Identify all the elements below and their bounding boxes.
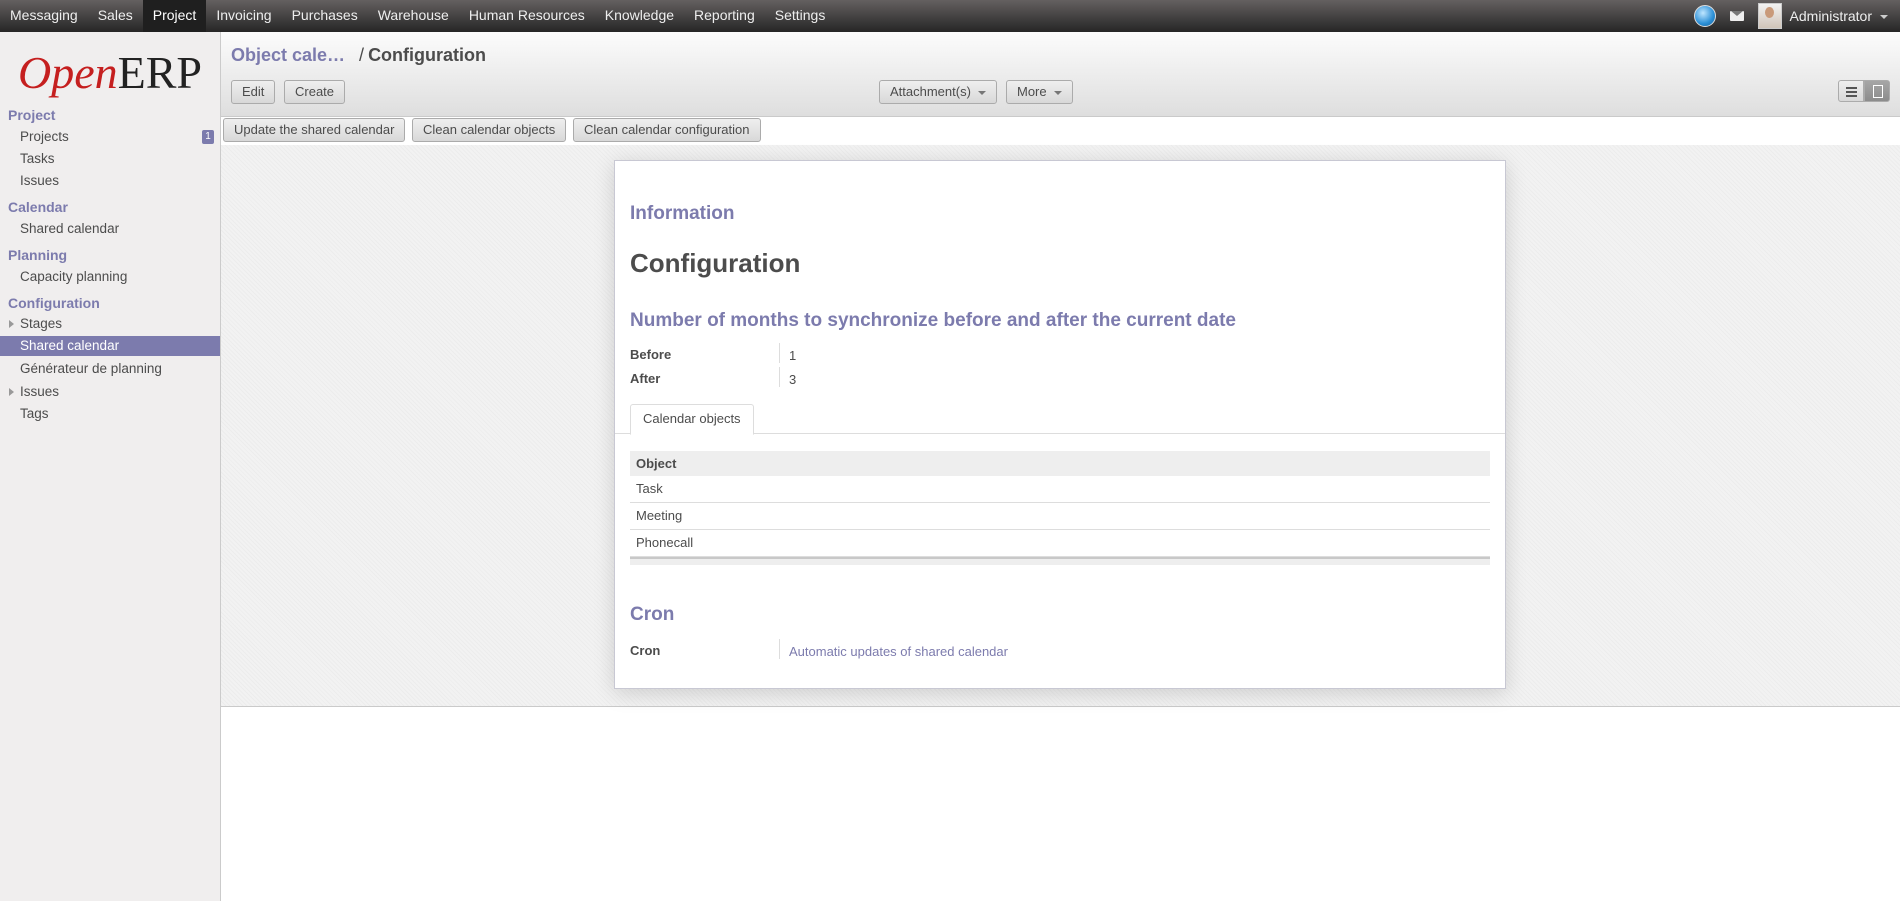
topmenu-knowledge[interactable]: Knowledge bbox=[595, 0, 684, 32]
topmenu-sales[interactable]: Sales bbox=[88, 0, 143, 32]
projects-count-badge: 1 bbox=[202, 130, 214, 144]
before-value: 1 bbox=[789, 348, 797, 363]
sidebar-item-tags[interactable]: Tags bbox=[20, 406, 49, 421]
cron-heading: Cron bbox=[630, 604, 675, 625]
topmenu-invoicing[interactable]: Invoicing bbox=[206, 0, 281, 32]
list-view-icon[interactable] bbox=[1838, 80, 1864, 102]
topmenu-purchases[interactable]: Purchases bbox=[282, 0, 368, 32]
topmenu-warehouse[interactable]: Warehouse bbox=[368, 0, 459, 32]
table-header-object[interactable]: Object bbox=[630, 451, 1490, 476]
field-divider bbox=[779, 367, 780, 387]
after-label: After bbox=[630, 371, 661, 386]
sidebar-item-capacity-planning[interactable]: Capacity planning bbox=[20, 269, 127, 284]
top-right-tools: Administrator bbox=[1693, 0, 1888, 32]
attachments-label: Attachment(s) bbox=[890, 84, 971, 99]
expand-arrow-icon[interactable] bbox=[9, 388, 14, 396]
breadcrumb: Object cale… / Configuration bbox=[231, 45, 486, 66]
months-heading: Number of months to synchronize before a… bbox=[630, 310, 1236, 331]
sidebar-section-project: Project bbox=[8, 107, 56, 123]
form-action-bar: Update the shared calendar Clean calenda… bbox=[221, 117, 1900, 145]
sidebar-item-generateur-de-planning[interactable]: Générateur de planning bbox=[20, 361, 162, 376]
logo-open-text: Open bbox=[18, 47, 118, 98]
sidebar-item-shared-calendar-config[interactable]: Shared calendar bbox=[0, 336, 220, 356]
more-label: More bbox=[1017, 84, 1047, 99]
cron-link[interactable]: Automatic updates of shared calendar bbox=[789, 644, 1008, 659]
table-row[interactable]: Phonecall bbox=[630, 530, 1490, 557]
form-sheet: Information Configuration Number of mont… bbox=[614, 160, 1506, 689]
topmenu-reporting[interactable]: Reporting bbox=[684, 0, 765, 32]
sidebar-item-stages[interactable]: Stages bbox=[20, 316, 62, 331]
chevron-down-icon bbox=[1880, 15, 1888, 20]
openerp-logo[interactable]: OpenERP bbox=[18, 46, 202, 99]
breadcrumb-separator: / bbox=[359, 45, 365, 65]
expand-arrow-icon[interactable] bbox=[9, 320, 14, 328]
mail-icon[interactable] bbox=[1729, 11, 1744, 21]
after-value: 3 bbox=[789, 372, 797, 387]
view-header: Object cale… / Configuration Edit Create A… bbox=[221, 32, 1900, 117]
field-divider bbox=[779, 343, 780, 363]
user-menu[interactable]: Administrator bbox=[1790, 8, 1888, 24]
sidebar-section-configuration: Configuration bbox=[8, 295, 100, 311]
table-row[interactable]: Meeting bbox=[630, 503, 1490, 530]
calendar-objects-table: Object Task Meeting Phonecall bbox=[630, 451, 1490, 565]
sidebar: OpenERP Project Projects 1 Tasks Issues … bbox=[0, 32, 221, 901]
sidebar-item-shared-calendar[interactable]: Shared calendar bbox=[20, 221, 119, 236]
cron-label: Cron bbox=[630, 643, 661, 658]
sidebar-item-tasks[interactable]: Tasks bbox=[20, 151, 55, 166]
update-shared-calendar-button[interactable]: Update the shared calendar bbox=[223, 118, 406, 142]
topmenu-settings[interactable]: Settings bbox=[765, 0, 836, 32]
chevron-down-icon bbox=[977, 90, 986, 95]
breadcrumb-current: Configuration bbox=[368, 45, 487, 65]
form-title: Configuration bbox=[630, 248, 801, 278]
more-dropdown[interactable]: More bbox=[1006, 80, 1073, 104]
view-switcher bbox=[1838, 80, 1890, 102]
sidebar-section-planning: Planning bbox=[8, 247, 68, 263]
topmenu-human-resources[interactable]: Human Resources bbox=[459, 0, 595, 32]
globe-icon[interactable] bbox=[1693, 5, 1716, 27]
tab-calendar-objects[interactable]: Calendar objects bbox=[630, 404, 754, 435]
form-view-icon[interactable] bbox=[1864, 80, 1890, 102]
attachments-dropdown[interactable]: Attachment(s) bbox=[879, 80, 997, 104]
create-button[interactable]: Create bbox=[284, 80, 346, 104]
avatar[interactable] bbox=[1757, 3, 1782, 29]
edit-button[interactable]: Edit bbox=[231, 80, 276, 104]
before-label: Before bbox=[630, 347, 672, 362]
top-menu: Messaging Sales Project Invoicing Purcha… bbox=[0, 0, 835, 32]
top-navigation-bar: Messaging Sales Project Invoicing Purcha… bbox=[0, 0, 1900, 32]
user-name: Administrator bbox=[1789, 8, 1872, 24]
sidebar-section-calendar: Calendar bbox=[8, 199, 68, 215]
sidebar-item-projects[interactable]: Projects bbox=[20, 129, 69, 144]
logo-erp-text: ERP bbox=[117, 47, 203, 98]
table-row[interactable]: Task bbox=[630, 476, 1490, 503]
chevron-down-icon bbox=[1053, 90, 1062, 95]
information-heading: Information bbox=[630, 203, 735, 224]
sidebar-item-issues[interactable]: Issues bbox=[20, 173, 59, 188]
field-divider bbox=[779, 639, 780, 659]
clean-calendar-objects-button[interactable]: Clean calendar objects bbox=[412, 118, 567, 142]
sidebar-item-issues-config[interactable]: Issues bbox=[20, 384, 59, 399]
clean-calendar-configuration-button[interactable]: Clean calendar configuration bbox=[573, 118, 761, 142]
breadcrumb-parent[interactable]: Object cale… bbox=[231, 45, 345, 65]
topmenu-project[interactable]: Project bbox=[142, 0, 207, 32]
topmenu-messaging[interactable]: Messaging bbox=[0, 0, 88, 32]
table-footer bbox=[630, 557, 1490, 565]
